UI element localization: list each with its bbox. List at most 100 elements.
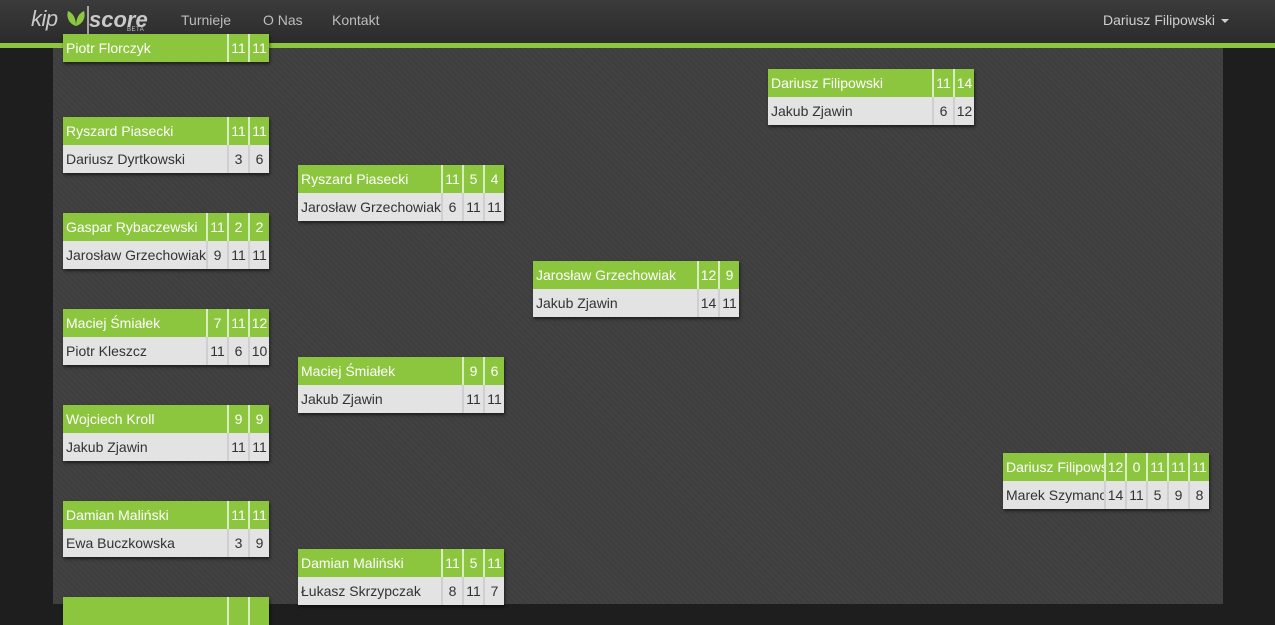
set-score: 7 — [206, 309, 227, 337]
set-score: 11 — [462, 385, 483, 413]
set-score: 12 — [953, 97, 974, 125]
winner-row: Dariusz Filipowski120111111 — [1003, 453, 1209, 481]
player-name: Jarosław Grzechowiak — [301, 199, 441, 215]
set-score: 11 — [441, 549, 462, 577]
match-box[interactable]: Dariusz Filipowski 11 14 Jakub Zjawin 6 12 — [768, 69, 974, 125]
set-score: 11 — [227, 34, 248, 62]
set-score: 3 — [227, 145, 248, 173]
set-score: 9 — [462, 357, 483, 385]
set-score: 11 — [248, 34, 269, 62]
set-score: 7 — [483, 577, 504, 605]
user-name: Dariusz Filipowski — [1102, 12, 1215, 28]
logo-score-text: score — [87, 6, 148, 34]
player-name: Jarosław Grzechowiak — [536, 267, 677, 283]
loser-row: Jakub Zjawin 14 11 — [533, 289, 739, 317]
set-score: 11 — [248, 501, 269, 529]
set-score: 9 — [718, 261, 739, 289]
player-name: Jakub Zjawin — [771, 103, 853, 119]
set-score: 11 — [1146, 453, 1167, 481]
set-score: 8 — [1188, 481, 1209, 509]
match-box[interactable]: Gaspar Rybaczewski 11 2 2 Jarosław Grzechowi… — [63, 213, 269, 269]
match-box[interactable]: Dariusz Filipowski120111111Marek Szymano… — [1003, 453, 1209, 509]
set-score: 11 — [1167, 453, 1188, 481]
set-score: 11 — [462, 193, 483, 221]
loser-row: Piotr Kleszcz 11 6 10 — [63, 337, 269, 365]
set-score: 11 — [483, 385, 504, 413]
match-box[interactable]: Ryszard Piasecki 11 11 Dariusz Dyrtkowski 3 6 — [63, 117, 269, 173]
set-score: 11 — [441, 165, 462, 193]
set-score: 14 — [697, 289, 718, 317]
set-score: 14 — [953, 69, 974, 97]
loser-row: Marek Szymanowski1411598 — [1003, 481, 1209, 509]
set-score: 12 — [1104, 453, 1125, 481]
match-box[interactable]: Piotr Florczyk 11 11 — [63, 34, 269, 62]
loser-row: Jarosław Grzechowiak 6 11 11 — [298, 193, 504, 221]
match-box[interactable]: Maciej Śmiałek 7 11 12 Piotr Kleszcz 11 6 10 — [63, 309, 269, 365]
player-name — [63, 597, 227, 625]
set-score: 3 — [227, 529, 248, 557]
match-box[interactable]: Maciej Śmiałek 9 6 Jakub Zjawin 11 11 — [298, 357, 504, 413]
set-score: 6 — [932, 97, 953, 125]
player-name: Jakub Zjawin — [536, 295, 618, 311]
winner-row: Gaspar Rybaczewski 11 2 2 — [63, 213, 269, 241]
match-box[interactable]: Damian Maliński 11 11 Ewa Buczkowska 3 9 — [63, 501, 269, 557]
match-box[interactable]: Ryszard Piasecki 11 5 4 Jarosław Grzechowiak… — [298, 165, 504, 221]
match-box[interactable] — [63, 597, 269, 625]
set-score: 11 — [227, 309, 248, 337]
player-name: Wojciech Kroll — [66, 411, 155, 427]
set-score: 12 — [248, 309, 269, 337]
winner-row: Piotr Florczyk 11 11 — [63, 34, 269, 62]
loser-row: Dariusz Dyrtkowski 3 6 — [63, 145, 269, 173]
match-box[interactable]: Jarosław Grzechowiak 12 9 Jakub Zjawin 14 11 — [533, 261, 739, 317]
winner-row: Damian Maliński 11 11 — [63, 501, 269, 529]
set-score: 11 — [483, 193, 504, 221]
caret-down-icon — [1221, 19, 1229, 24]
player-name: Jarosław Grzechowiak — [66, 247, 206, 263]
player-name: Piotr Florczyk — [66, 40, 151, 56]
user-menu-dropdown[interactable]: Dariusz Filipowski — [1103, 12, 1229, 28]
loser-row: Jakub Zjawin 11 11 — [63, 433, 269, 461]
set-score: 6 — [248, 145, 269, 173]
set-score: 11 — [227, 501, 248, 529]
set-score: 12 — [697, 261, 718, 289]
match-box[interactable]: Damian Maliński 11 5 11 Łukasz Skrzypczak 8 11… — [298, 549, 504, 605]
winner-row: Ryszard Piasecki 11 5 4 — [298, 165, 504, 193]
winner-row: Wojciech Kroll 9 9 — [63, 405, 269, 433]
set-score: 11 — [932, 69, 953, 97]
set-score: 9 — [1167, 481, 1188, 509]
logo-kip-text: kip — [31, 6, 58, 31]
match-box[interactable]: Wojciech Kroll 9 9 Jakub Zjawin 11 11 — [63, 405, 269, 461]
set-score: 5 — [462, 165, 483, 193]
leaf-icon — [67, 11, 85, 26]
set-score: 9 — [248, 405, 269, 433]
nav-link-kontakt[interactable]: Kontakt — [332, 12, 379, 28]
loser-row: Jarosław Grzechowiak 9 11 11 — [63, 241, 269, 269]
set-score: 2 — [248, 213, 269, 241]
player-name: Jakub Zjawin — [66, 439, 148, 455]
set-score: 11 — [462, 577, 483, 605]
set-score: 0 — [1125, 453, 1146, 481]
winner-row: Damian Maliński 11 5 11 — [298, 549, 504, 577]
player-name: Ewa Buczkowska — [66, 535, 175, 551]
player-name: Piotr Kleszcz — [66, 343, 147, 359]
winner-row: Ryszard Piasecki 11 11 — [63, 117, 269, 145]
nav-link-turnieje[interactable]: Turnieje — [181, 12, 231, 28]
set-score: 5 — [1146, 481, 1167, 509]
nav-link-o-nas[interactable]: O Nas — [263, 12, 303, 28]
loser-row: Jakub Zjawin 6 12 — [768, 97, 974, 125]
winner-row — [63, 597, 269, 625]
set-score: 11 — [206, 337, 227, 365]
set-score: 9 — [206, 241, 227, 269]
winner-row: Maciej Śmiałek 7 11 12 — [63, 309, 269, 337]
winner-row: Maciej Śmiałek 9 6 — [298, 357, 504, 385]
player-name: Łukasz Skrzypczak — [301, 583, 421, 599]
set-score: 11 — [483, 549, 504, 577]
player-name: Maciej Śmiałek — [301, 363, 396, 379]
player-name: Dariusz Filipowski — [771, 75, 884, 91]
set-score: 9 — [227, 405, 248, 433]
loser-row: Jakub Zjawin 11 11 — [298, 385, 504, 413]
set-score: 11 — [206, 213, 227, 241]
set-score: 6 — [483, 357, 504, 385]
set-score: 11 — [227, 433, 248, 461]
logo-beta-text: BETA — [127, 27, 145, 33]
